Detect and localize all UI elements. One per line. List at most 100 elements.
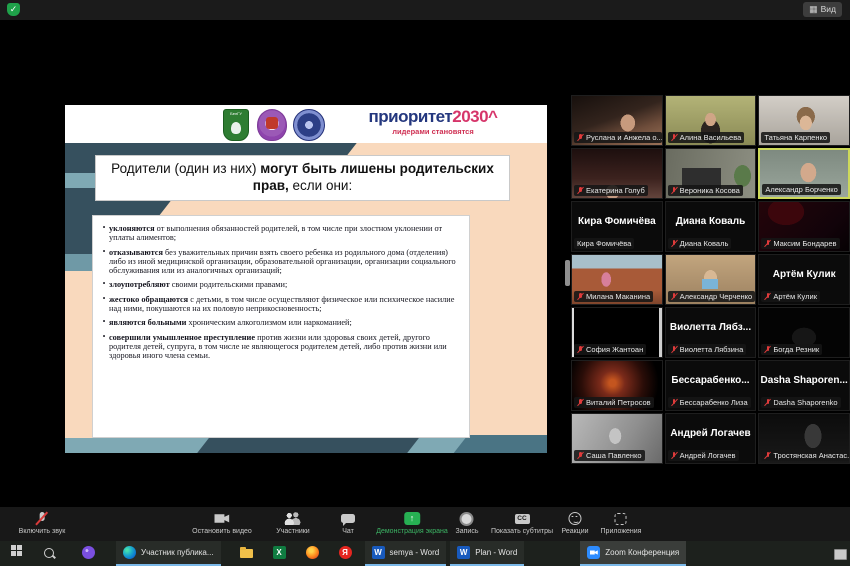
participant-tile[interactable]: Диана Коваль Диана Коваль bbox=[664, 201, 757, 252]
participant-tile[interactable]: Алина Васильева bbox=[664, 95, 757, 146]
priority-2030-tagline: лидерами становятся bbox=[392, 127, 474, 136]
bullet-item: • уклоняются от выполнения обязанностей … bbox=[99, 223, 459, 243]
participant-tile[interactable]: Екатерина Голуб bbox=[571, 148, 663, 199]
participant-name: Вероника Косова bbox=[679, 186, 740, 195]
yandex-icon: Я bbox=[338, 546, 352, 559]
mic-muted-icon bbox=[671, 240, 678, 248]
participant-label: Виталий Петросов bbox=[574, 397, 654, 408]
participants-icon bbox=[284, 512, 302, 525]
participant-name: Кира Фомичёва bbox=[577, 239, 632, 248]
yandex-button[interactable]: Я bbox=[332, 541, 359, 566]
participant-name: Александр Борченко bbox=[765, 185, 838, 194]
panel-resize-handle[interactable] bbox=[565, 260, 570, 286]
search-button[interactable] bbox=[37, 541, 61, 566]
mic-muted-icon bbox=[671, 346, 678, 354]
participant-tile[interactable]: Татьяна Карпенко bbox=[758, 95, 850, 146]
meeting-security-icon[interactable]: ✓ bbox=[7, 3, 20, 16]
subtitles-button-label: Показать субтитры bbox=[490, 528, 554, 535]
belgu-emblem-icon: БелГУ bbox=[223, 109, 249, 141]
participant-tile[interactable]: Андрей Логачев Андрей Логачев bbox=[664, 413, 757, 464]
chat-icon bbox=[341, 514, 355, 526]
bullet-marker: • bbox=[102, 223, 106, 232]
firefox-button[interactable] bbox=[299, 541, 326, 566]
slide-title: Родители (один из них) могут быть лишены… bbox=[95, 155, 510, 201]
subtitles-button[interactable]: CC Показать субтитры bbox=[491, 511, 553, 535]
participant-tile[interactable]: Тростянская Анастас... bbox=[758, 413, 850, 464]
participant-tile[interactable]: Максим Бондарев bbox=[758, 201, 850, 252]
slide-header: БелГУ приоритет2030^ лидерами становятся bbox=[65, 105, 547, 143]
mic-muted-icon bbox=[764, 293, 771, 301]
participant-tile[interactable]: Александр Борченко bbox=[758, 148, 850, 199]
tray-icon[interactable] bbox=[834, 549, 847, 560]
participant-name: Саша Павленко bbox=[586, 451, 642, 460]
view-button-label: Вид bbox=[820, 4, 836, 14]
participant-tile[interactable]: Богда Резник bbox=[758, 307, 850, 358]
stop-video-button[interactable]: Остановить видео bbox=[192, 511, 252, 535]
participant-tile[interactable]: София Жантоан bbox=[571, 307, 663, 358]
excel-button[interactable]: X bbox=[266, 541, 293, 566]
start-button[interactable] bbox=[4, 541, 29, 566]
participant-label: Александр Борченко bbox=[762, 184, 841, 195]
word-semya-window-button[interactable]: Wsemya - Word bbox=[364, 541, 447, 566]
participant-label: Богда Резник bbox=[761, 344, 823, 355]
participant-label: Dasha Shaporenko bbox=[761, 397, 841, 408]
share-screen-button[interactable]: ↑ Демонстрация экрана bbox=[376, 511, 448, 535]
chat-button[interactable]: Чат bbox=[341, 511, 355, 535]
university-crest-icon bbox=[257, 109, 287, 141]
participant-label: Кира Фомичёва bbox=[574, 238, 635, 249]
participant-label: Саша Павленко bbox=[574, 450, 645, 461]
participant-tile[interactable]: Dasha Shaporen... Dasha Shaporenko bbox=[758, 360, 850, 411]
zoom-window-button[interactable]: Zoom Конференция bbox=[580, 541, 687, 566]
record-button[interactable]: Запись bbox=[456, 511, 478, 535]
participant-tile[interactable]: Саша Павленко bbox=[571, 413, 663, 464]
view-button[interactable]: ▦ Вид bbox=[803, 2, 842, 17]
participant-name: Dasha Shaporenko bbox=[773, 398, 838, 407]
cortana-button[interactable] bbox=[75, 541, 102, 566]
word-plan-window-button-label: Plan - Word bbox=[475, 548, 518, 557]
participant-tile[interactable]: Артём Кулик Артём Кулик bbox=[758, 254, 850, 305]
participants-grid: Руслана и Анжела о... Алина Васильева Та… bbox=[571, 95, 850, 464]
participant-tile[interactable]: Бессарабенко... Бессарабенко Лиза bbox=[664, 360, 757, 411]
word-plan-window-button[interactable]: W Plan - Word bbox=[450, 541, 525, 566]
mic-muted-icon bbox=[671, 293, 678, 301]
participant-name: Диана Коваль bbox=[679, 239, 729, 248]
bullet-item: • отказываются без уважительных причин в… bbox=[99, 247, 459, 276]
mic-muted-icon bbox=[671, 134, 678, 142]
participant-tile[interactable]: Виталий Петросов bbox=[571, 360, 663, 411]
participants-button-label: Участники bbox=[276, 528, 310, 535]
participants-button[interactable]: Участники bbox=[276, 511, 310, 535]
participant-label: Виолетта Лябзина bbox=[667, 344, 747, 355]
zoom-icon bbox=[587, 546, 601, 559]
bullet-marker: • bbox=[102, 279, 106, 289]
presentation-slide: БелГУ приоритет2030^ лидерами становятся… bbox=[65, 105, 547, 453]
zoom-meeting-window: ✓ ▦ Вид БелГУ приоритет2030^ лидерами ст… bbox=[0, 0, 850, 566]
bullet-marker: • bbox=[102, 331, 106, 341]
camera-icon bbox=[214, 514, 230, 523]
reactions-button[interactable]: Реакции bbox=[561, 511, 589, 535]
participant-label: Артём Кулик bbox=[761, 291, 820, 302]
apps-button[interactable]: Приложения bbox=[601, 511, 641, 535]
participant-tile[interactable]: Вероника Косова bbox=[664, 148, 757, 199]
institute-medal-icon bbox=[293, 109, 325, 141]
participant-tile[interactable]: Милана Маканина bbox=[571, 254, 663, 305]
bullet-item: • совершили умышленное преступление прот… bbox=[99, 331, 459, 361]
participant-label: Вероника Косова bbox=[667, 185, 743, 196]
participant-tile[interactable]: Александр Черченко bbox=[664, 254, 757, 305]
mic-muted-icon bbox=[577, 134, 584, 142]
participant-name: Татьяна Карпенко bbox=[764, 133, 828, 142]
bullet-item: • злоупотребляют своими родительскими пр… bbox=[99, 279, 459, 289]
participant-name: Бессарабенко Лиза bbox=[679, 398, 748, 407]
mic-muted-icon bbox=[36, 511, 48, 526]
participant-tile[interactable]: Руслана и Анжела о... bbox=[571, 95, 663, 146]
participant-label: Бессарабенко Лиза bbox=[667, 397, 751, 408]
unmute-button[interactable]: Включить звук bbox=[19, 511, 65, 535]
edge-window-button[interactable]: Участник публика... bbox=[116, 541, 221, 566]
meeting-top-bar: ✓ ▦ Вид bbox=[0, 0, 850, 20]
mic-muted-icon bbox=[764, 346, 771, 354]
mic-muted-icon bbox=[671, 399, 678, 407]
participant-tile[interactable]: Кира Фомичёва Кира Фомичёва bbox=[571, 201, 663, 252]
participant-tile[interactable]: Виолетта Лябз... Виолетта Лябзина bbox=[664, 307, 757, 358]
participant-label: Андрей Логачев bbox=[667, 450, 739, 461]
participant-display-name: Виолетта Лябз... bbox=[669, 322, 752, 333]
file-explorer-button[interactable] bbox=[233, 541, 260, 566]
